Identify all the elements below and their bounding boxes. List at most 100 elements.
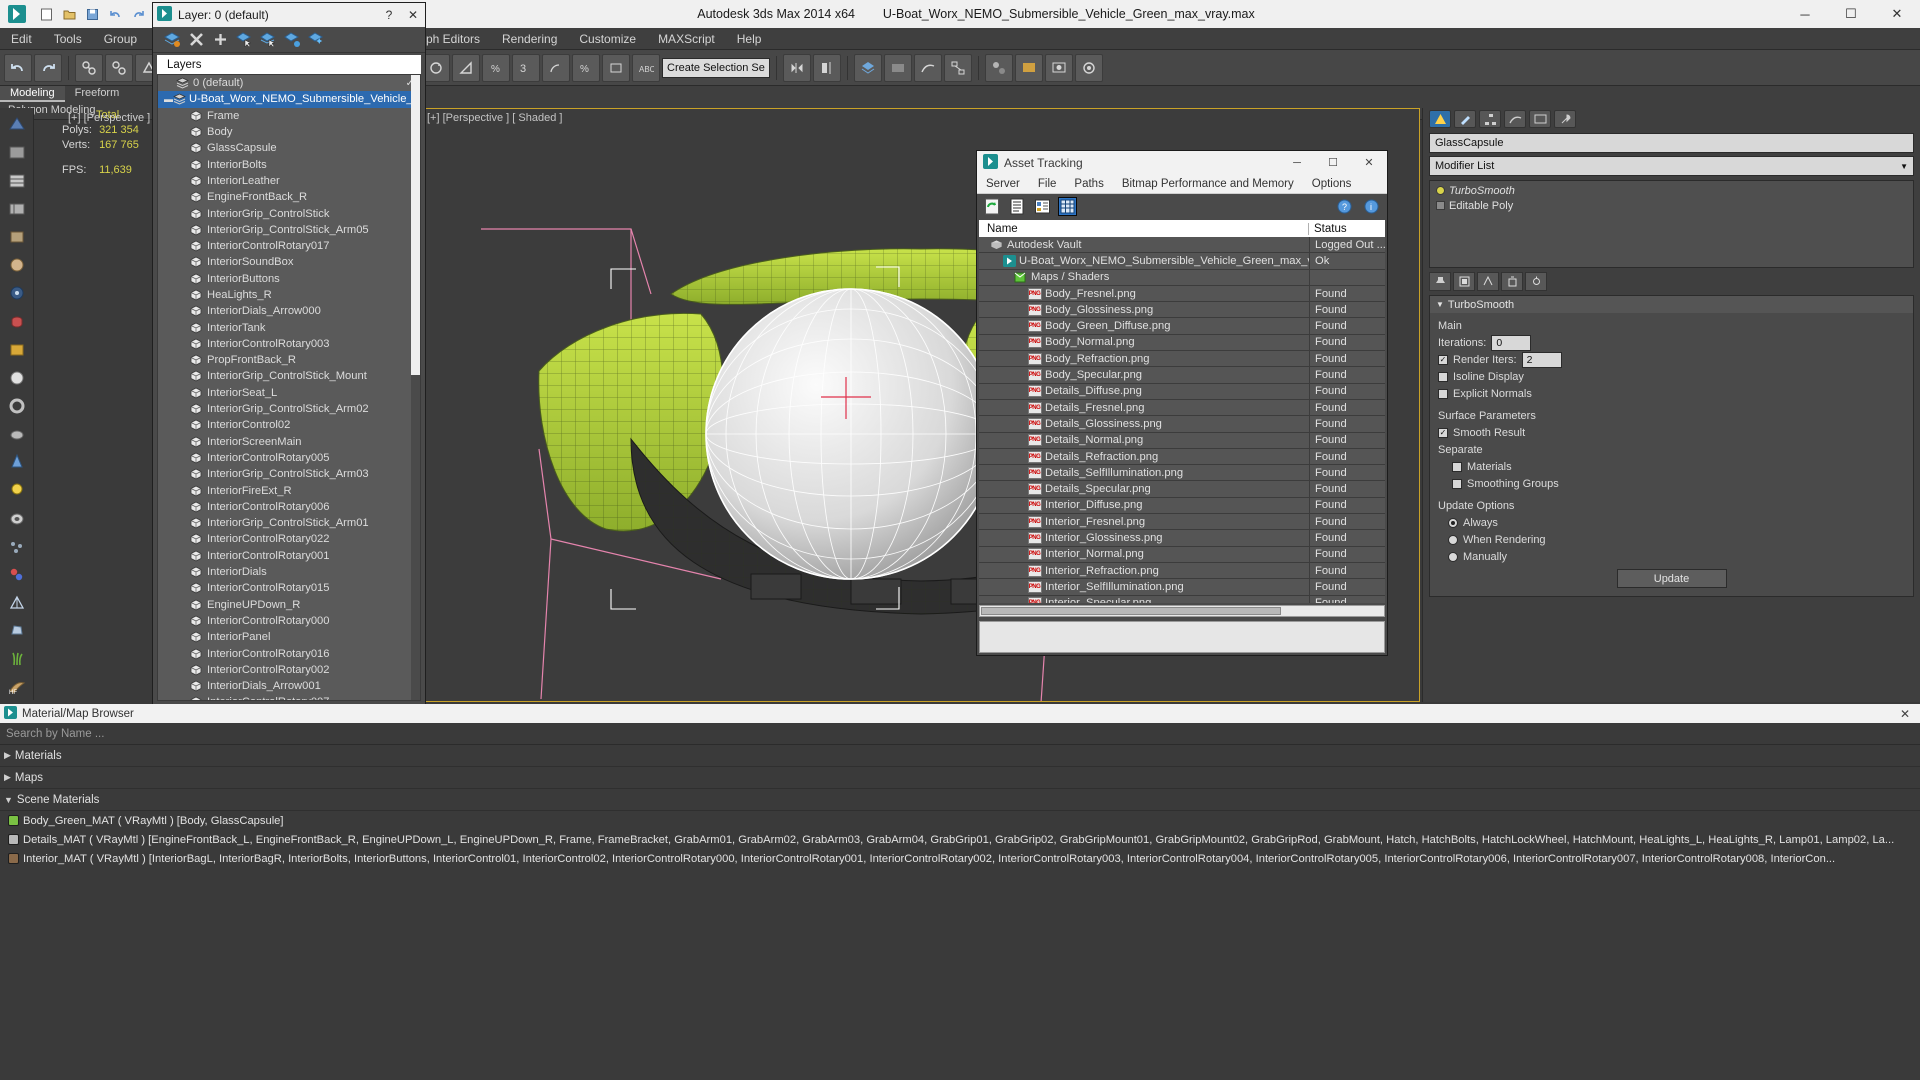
left-toolbar[interactable]: HF bbox=[0, 108, 34, 700]
layer-object-row[interactable]: InteriorSeat_L bbox=[158, 385, 420, 401]
layer-object-row[interactable]: InteriorControlRotary022 bbox=[158, 531, 420, 547]
smoothing-groups-checkbox[interactable] bbox=[1452, 478, 1462, 489]
layer-object-row[interactable]: InteriorControlRotary003 bbox=[158, 336, 420, 352]
section-maps[interactable]: ▶ Maps bbox=[0, 767, 1920, 789]
ribbon-tab-modeling[interactable]: Modeling bbox=[0, 86, 65, 102]
layer-list-scroll-thumb[interactable] bbox=[411, 75, 420, 375]
maximize-button[interactable]: ☐ bbox=[1828, 0, 1874, 28]
hair-fur-icon[interactable]: HF bbox=[4, 675, 30, 700]
asset-column-name[interactable]: Name bbox=[979, 222, 1309, 235]
asset-name-cell[interactable]: PNG Interior_Refraction.png bbox=[979, 564, 1309, 577]
layer-object-row[interactable]: EngineFrontBack_R bbox=[158, 189, 420, 205]
section-scene-materials[interactable]: ▼ Scene Materials bbox=[0, 789, 1920, 811]
section-materials[interactable]: ▶ Materials bbox=[0, 745, 1920, 767]
asset-row[interactable]: PNG Interior_Refraction.png Found bbox=[979, 562, 1385, 580]
asset-row[interactable]: PNG Details_Normal.png Found bbox=[979, 432, 1385, 449]
hierarchy-tab[interactable] bbox=[1479, 110, 1501, 128]
turbosmooth-body[interactable]: Main Iterations: 0 ✓ Render Iters: 2 Iso… bbox=[1430, 313, 1913, 596]
layer-object-row[interactable]: InteriorGrip_ControlStick_Mount bbox=[158, 368, 420, 384]
spinner-snap-button[interactable] bbox=[602, 53, 630, 82]
material-map-browser[interactable]: Material/Map Browser ✕ Search by Name ..… bbox=[0, 704, 1920, 1080]
material-editor-button[interactable] bbox=[984, 53, 1013, 82]
tube-icon[interactable] bbox=[4, 506, 30, 531]
utilities-tab[interactable] bbox=[1554, 110, 1576, 128]
asset-name-cell[interactable]: PNG Details_SelfIllumination.png bbox=[979, 466, 1309, 479]
asset-row[interactable]: PNG Details_Glossiness.png Found bbox=[979, 416, 1385, 433]
modifier-stack-item-turbosmooth[interactable]: TurboSmooth bbox=[1432, 183, 1911, 198]
asset-row[interactable]: PNG Interior_Glossiness.png Found bbox=[979, 530, 1385, 547]
layer-object-row[interactable]: InteriorBolts bbox=[158, 156, 420, 172]
cylinder-icon[interactable] bbox=[4, 309, 30, 334]
turbosmooth-rollout[interactable]: ▼ TurboSmooth Main Iterations: 0 ✓ Rende… bbox=[1429, 295, 1914, 597]
layer-object-row[interactable]: InteriorControlRotary000 bbox=[158, 613, 420, 629]
asset-menu-options[interactable]: Options bbox=[1303, 178, 1361, 190]
asset-row[interactable]: PNG Details_SelfIllumination.png Found bbox=[979, 465, 1385, 482]
spacewarps-icon[interactable] bbox=[4, 253, 30, 278]
box-icon[interactable] bbox=[4, 337, 30, 362]
torus-icon[interactable] bbox=[4, 393, 30, 418]
asset-row[interactable]: PNG Body_Green_Diffuse.png Found bbox=[979, 318, 1385, 335]
named-selection-set-combo[interactable]: Create Selection Se bbox=[662, 57, 770, 78]
select-rotate-button[interactable] bbox=[422, 53, 450, 82]
layer-object-row[interactable]: Body bbox=[158, 124, 420, 140]
light-bulb-icon[interactable] bbox=[1436, 186, 1445, 195]
mirror-button[interactable] bbox=[782, 53, 811, 82]
menu-help[interactable]: Help bbox=[726, 28, 773, 50]
layer-object-row[interactable]: InteriorButtons bbox=[158, 271, 420, 287]
modify-tab[interactable] bbox=[1454, 110, 1476, 128]
layer-object-row[interactable]: HeaLights_R bbox=[158, 287, 420, 303]
helpers-icon[interactable] bbox=[4, 225, 30, 250]
grid-view-icon[interactable] bbox=[1058, 197, 1077, 216]
layer-object-row[interactable]: InteriorControlRotary005 bbox=[158, 450, 420, 466]
asset-row[interactable]: PNG Details_Diffuse.png Found bbox=[979, 383, 1385, 400]
create-tab[interactable] bbox=[1429, 110, 1451, 128]
motion-tab[interactable] bbox=[1504, 110, 1526, 128]
command-panel[interactable]: GlassCapsule Modifier List Modifier List… bbox=[1422, 108, 1920, 702]
schematic-view-button[interactable] bbox=[943, 53, 972, 82]
asset-name-cell[interactable]: PNG Details_Normal.png bbox=[979, 434, 1309, 447]
layer-object-row[interactable]: InteriorScreenMain bbox=[158, 434, 420, 450]
make-unique-button[interactable] bbox=[1477, 271, 1499, 291]
asset-tracking-close-button[interactable]: ✕ bbox=[1351, 151, 1387, 174]
layer-object-row[interactable]: InteriorControl02 bbox=[158, 417, 420, 433]
align-button[interactable] bbox=[812, 53, 841, 82]
menu-tools[interactable]: Tools bbox=[43, 28, 93, 50]
help-icon[interactable]: ? bbox=[1335, 197, 1354, 216]
layers-delete-icon[interactable] bbox=[187, 31, 205, 49]
rollout-header-turbosmooth[interactable]: ▼ TurboSmooth bbox=[1430, 296, 1913, 313]
render-iters-checkbox[interactable]: ✓ bbox=[1438, 354, 1448, 365]
layer-dialog-close-button[interactable]: ✕ bbox=[401, 8, 425, 22]
cone-icon[interactable] bbox=[4, 450, 30, 475]
rock-icon[interactable] bbox=[4, 619, 30, 644]
materials-checkbox[interactable] bbox=[1452, 461, 1462, 472]
minimize-button[interactable]: ─ bbox=[1782, 0, 1828, 28]
modifier-stack-buttons[interactable] bbox=[1429, 271, 1914, 291]
layer-object-row[interactable]: InteriorGrip_ControlStick_Arm05 bbox=[158, 222, 420, 238]
asset-row[interactable]: PNG Body_Fresnel.png Found bbox=[979, 285, 1385, 303]
asset-scroll-thumb[interactable] bbox=[981, 607, 1281, 615]
sphere-icon[interactable] bbox=[4, 365, 30, 390]
asset-menu-server[interactable]: Server bbox=[977, 178, 1029, 190]
layer-object-row[interactable]: InteriorGrip_ControlStick_Arm03 bbox=[158, 466, 420, 482]
scene-material-item[interactable]: Interior_MAT ( VRayMtl ) [InteriorBagL, … bbox=[0, 849, 1920, 868]
layer-object-row[interactable]: InteriorPanel bbox=[158, 629, 420, 645]
layer-object-row[interactable]: InteriorTank bbox=[158, 319, 420, 335]
material-search-input[interactable]: Search by Name ... bbox=[0, 723, 1920, 745]
pyramid-helper-icon[interactable] bbox=[4, 590, 30, 615]
modifier-stack-item-editable-poly[interactable]: Editable Poly bbox=[1432, 198, 1911, 213]
open-file-icon[interactable] bbox=[61, 6, 78, 23]
asset-name-cell[interactable]: PNG Body_Fresnel.png bbox=[979, 287, 1309, 300]
particles-icon[interactable] bbox=[4, 534, 30, 559]
layer-object-row[interactable]: InteriorDials_Arrow000 bbox=[158, 303, 420, 319]
asset-tracking-dialog[interactable]: Asset Tracking ─ ☐ ✕ Server File Paths B… bbox=[976, 150, 1388, 656]
asset-name-cell[interactable]: PNG Interior_Glossiness.png bbox=[979, 531, 1309, 544]
layer-list-scrollbar[interactable] bbox=[411, 75, 420, 700]
atom-icon[interactable] bbox=[4, 562, 30, 587]
modifier-list-combo[interactable]: Modifier List ▼ bbox=[1429, 156, 1914, 176]
detail-view-icon[interactable] bbox=[1033, 197, 1052, 216]
configure-sets-button[interactable] bbox=[1525, 271, 1547, 291]
layer-object-row[interactable]: InteriorControlRotary006 bbox=[158, 499, 420, 515]
ribbon-tab-freeform[interactable]: Freeform bbox=[65, 86, 130, 102]
redo-button[interactable] bbox=[34, 53, 62, 82]
asset-row[interactable]: PNG Details_Specular.png Found bbox=[979, 481, 1385, 498]
